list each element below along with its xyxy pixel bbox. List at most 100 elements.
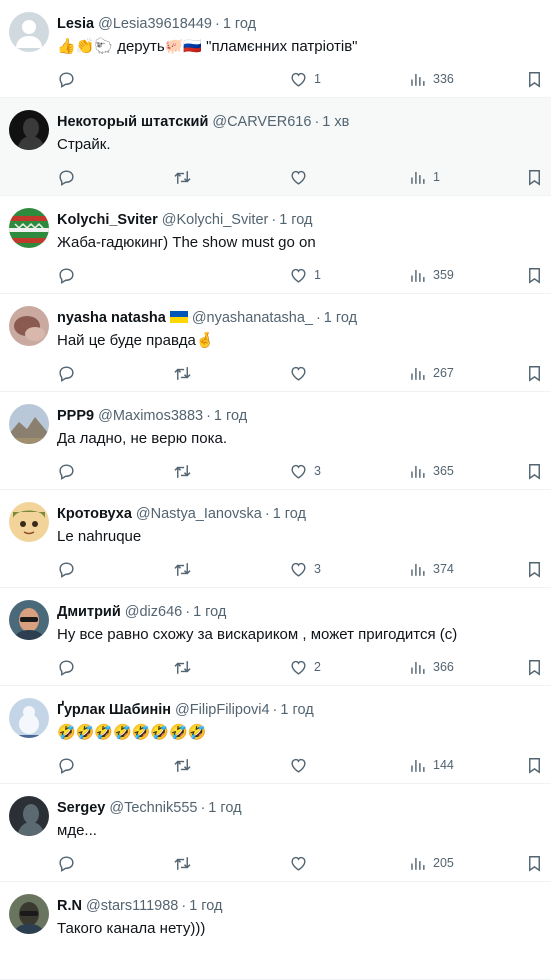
reply-post-10[interactable]: R.N @stars111988 · 1 год Такого канала нету…: [0, 882, 551, 980]
avatar[interactable]: [9, 110, 49, 150]
reply-button[interactable]: [57, 557, 76, 581]
bookmark-button[interactable]: [525, 557, 544, 581]
bookmark-button[interactable]: [525, 851, 544, 875]
author-handle[interactable]: @FilipFilipovi4: [175, 702, 270, 718]
reply-post-9[interactable]: Sergey @Technik555 · 1 год мде... 205: [0, 784, 551, 882]
like-button[interactable]: 1: [289, 263, 321, 287]
reply-button[interactable]: [57, 851, 76, 875]
post-time[interactable]: 1 год: [208, 800, 241, 816]
views-button[interactable]: 1: [408, 165, 440, 189]
views-button[interactable]: 336: [408, 67, 454, 91]
action-bar: 1: [57, 165, 542, 189]
post-time[interactable]: 1 год: [223, 16, 256, 32]
avatar[interactable]: [9, 894, 49, 934]
reply-post-3[interactable]: Kolychi_Sviter @Kolychi_Sviter · 1 год Жаба…: [0, 196, 551, 294]
author-name[interactable]: Некоторый штатский: [57, 114, 208, 130]
reply-button[interactable]: [57, 263, 76, 287]
views-button[interactable]: 359: [408, 263, 454, 287]
author-name[interactable]: PPP9: [57, 408, 94, 424]
reply-post-5[interactable]: PPP9 @Maximos3883 · 1 год Да ладно, не верю…: [0, 392, 551, 490]
avatar[interactable]: [9, 796, 49, 836]
reply-post-1[interactable]: Lesia @Lesia39618449 · 1 год 👍👏🐑 деруть🐖🇷🇺 …: [0, 0, 551, 98]
avatar[interactable]: [9, 698, 49, 738]
post-time[interactable]: 1 год: [214, 408, 247, 424]
author-name[interactable]: Kolychi_Sviter: [57, 212, 158, 228]
author-name[interactable]: Lesia: [57, 16, 94, 32]
bookmark-button[interactable]: [525, 165, 544, 189]
reply-post-2[interactable]: Некоторый штатский @CARVER616 · 1 хв Страйк…: [0, 98, 551, 196]
author-name[interactable]: Ґурлак Шабинін: [57, 702, 171, 718]
reply-button[interactable]: [57, 753, 76, 777]
views-button[interactable]: 366: [408, 655, 454, 679]
avatar[interactable]: [9, 404, 49, 444]
like-button[interactable]: 1: [289, 67, 321, 91]
bookmark-button[interactable]: [525, 263, 544, 287]
author-name[interactable]: Кротовуха: [57, 506, 132, 522]
reply-icon: [59, 757, 74, 774]
reply-post-8[interactable]: Ґурлак Шабинін @FilipFilipovi4 · 1 год 🤣🤣🤣🤣…: [0, 686, 551, 784]
reply-post-7[interactable]: Дмитрий @diz646 · 1 год Ну все равно схожу …: [0, 588, 551, 686]
views-button[interactable]: 205: [408, 851, 454, 875]
reply-post-4[interactable]: nyasha natasha @nyashanatasha_ · 1 год Най …: [0, 294, 551, 392]
post-time[interactable]: 1 год: [189, 898, 222, 914]
author-name[interactable]: Sergey: [57, 800, 105, 816]
like-button[interactable]: [289, 753, 314, 777]
retweet-button[interactable]: [173, 361, 192, 385]
avatar[interactable]: [9, 208, 49, 248]
like-button[interactable]: 3: [289, 557, 321, 581]
avatar[interactable]: [9, 600, 49, 640]
reply-post-6[interactable]: Кротовуха @Nastya_Ianovska · 1 год Le nahru…: [0, 490, 551, 588]
reply-button[interactable]: [57, 655, 76, 679]
author-handle[interactable]: @Maximos3883: [98, 408, 203, 424]
reply-icon: [59, 71, 74, 88]
post-time[interactable]: 1 год: [324, 310, 357, 326]
post-header: Sergey @Technik555 · 1 год: [57, 798, 541, 818]
author-name[interactable]: R.N: [57, 898, 82, 914]
retweet-button[interactable]: [173, 655, 192, 679]
reply-button[interactable]: [57, 361, 76, 385]
retweet-button[interactable]: [173, 165, 192, 189]
reply-button[interactable]: [57, 67, 76, 91]
post-time[interactable]: 1 год: [280, 702, 313, 718]
author-name[interactable]: Дмитрий: [57, 604, 121, 620]
avatar[interactable]: [9, 502, 49, 542]
retweet-button[interactable]: [173, 851, 192, 875]
author-handle[interactable]: @Nastya_Ianovska: [136, 506, 262, 522]
bookmark-button[interactable]: [525, 361, 544, 385]
reply-button[interactable]: [57, 165, 76, 189]
post-text: Такого канала нету))): [57, 920, 206, 937]
like-button[interactable]: [289, 851, 314, 875]
author-handle[interactable]: @diz646: [125, 604, 182, 620]
author-handle[interactable]: @nyashanatasha_: [192, 310, 313, 326]
bookmark-button[interactable]: [525, 67, 544, 91]
post-time[interactable]: 1 год: [273, 506, 306, 522]
like-button[interactable]: 2: [289, 655, 321, 679]
bookmark-button[interactable]: [525, 753, 544, 777]
views-button[interactable]: 374: [408, 557, 454, 581]
heart-icon: [291, 562, 306, 577]
author-handle[interactable]: @Kolychi_Sviter: [162, 212, 269, 228]
bookmark-button[interactable]: [525, 655, 544, 679]
author-handle[interactable]: @CARVER616: [212, 114, 311, 130]
like-button[interactable]: 3: [289, 459, 321, 483]
retweet-button[interactable]: [173, 753, 192, 777]
bookmark-button[interactable]: [525, 459, 544, 483]
post-time[interactable]: 1 год: [279, 212, 312, 228]
like-button[interactable]: [289, 361, 314, 385]
like-button[interactable]: [289, 165, 314, 189]
avatar[interactable]: [9, 306, 49, 346]
views-button[interactable]: 365: [408, 459, 454, 483]
post-time[interactable]: 1 хв: [322, 114, 349, 130]
retweet-button[interactable]: [173, 459, 192, 483]
retweet-button[interactable]: [173, 557, 192, 581]
reply-button[interactable]: [57, 459, 76, 483]
author-handle[interactable]: @Technik555: [109, 800, 197, 816]
views-button[interactable]: 144: [408, 753, 454, 777]
author-handle[interactable]: @stars111988: [86, 898, 178, 914]
separator-dot: ·: [200, 800, 206, 816]
views-button[interactable]: 267: [408, 361, 454, 385]
avatar[interactable]: [9, 12, 49, 52]
author-name[interactable]: nyasha natasha: [57, 310, 166, 326]
post-time[interactable]: 1 год: [193, 604, 226, 620]
author-handle[interactable]: @Lesia39618449: [98, 16, 212, 32]
